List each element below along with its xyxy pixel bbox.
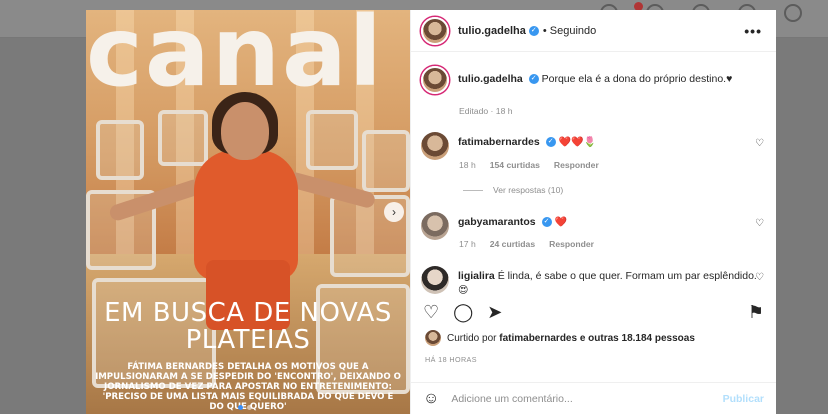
comment-composer: ☺ Publicar [411,382,776,414]
comment-row: ligialira É linda, é sabe o que quer. Fo… [421,266,762,296]
share-icon[interactable]: ➤ [487,303,502,321]
post-image[interactable]: canal EM BUSCA DE NOVAS PLATEIAS FÁTIMA … [86,10,410,414]
comment-text: ❤️❤️🌷 [558,137,596,148]
carousel-dot [247,405,252,410]
comment-text: ❤️ [554,217,567,228]
publish-button[interactable]: Publicar [723,393,764,405]
background-left [0,38,86,414]
commenter-avatar[interactable] [421,132,449,160]
caption-username[interactable]: tulio.gadelha [458,73,523,85]
liked-by-others[interactable]: e outras 18.184 pessoas [580,333,695,344]
comment-like-icon[interactable]: ♡ [755,218,764,229]
person-face [221,102,269,160]
comment-text: É linda, é sabe o que quer. Formam um pa… [497,270,757,282]
post-actions: ♡ ◯ ➤ ⚑ [423,300,764,324]
verified-icon: ✓ [545,137,556,148]
comment-like-icon[interactable]: ♡ [755,138,764,149]
carousel-dots [238,405,252,410]
bookmark-icon[interactable]: ⚑ [748,303,764,321]
carousel-dot-active [238,405,243,410]
chair [306,110,358,170]
magazine-logo: canal [86,10,384,108]
post-header: tulio.gadelha ✓ • Seguindo ••• [411,10,776,52]
verified-icon: ✓ [528,74,539,85]
comment-like-icon[interactable]: ♡ [755,272,764,283]
comment-username[interactable]: gabyamarantos [458,216,536,228]
background-right [776,38,828,414]
liked-by: Curtido por fatimabernardes e outras 18.… [425,330,695,346]
comments-list: tulio.gadelha ✓ Porque ela é a dona do p… [411,52,776,296]
view-replies[interactable]: Ver respostas (10) [463,185,563,195]
comment-meta: 18 h 154 curtidas Responder [459,160,599,170]
caption-avatar[interactable] [421,66,449,94]
chair [96,120,144,180]
post-timestamp: HÁ 18 HORAS [425,355,477,364]
caption-text: Porque ela é a dona do próprio destino.♥ [541,73,733,85]
commenter-avatar[interactable] [421,266,449,294]
chair [362,130,410,192]
verified-icon: ✓ [528,25,539,36]
chair [158,110,208,166]
author-username[interactable]: tulio.gadelha [458,25,526,37]
comment-input[interactable] [451,392,723,405]
comment-row: fatimabernardes ✓ ❤️❤️🌷 [421,132,762,160]
reply-button[interactable]: Responder [554,160,599,170]
caption-edited: Editado · 18 h [459,106,513,116]
caption-meta: Editado · 18 h [459,106,513,116]
comment-time: 18 h [459,160,476,170]
replies-line [463,189,483,191]
liked-by-avatar [425,330,441,346]
comment-icon[interactable]: ◯ [453,303,473,321]
reply-button[interactable]: Responder [549,239,594,249]
view-replies-label: Ver respostas (10) [493,185,564,195]
follow-status[interactable]: • Seguindo [543,25,596,37]
comment-likes[interactable]: 154 curtidas [490,160,540,170]
post-side-panel: tulio.gadelha ✓ • Seguindo ••• tulio.gad… [410,10,776,414]
caption-row: tulio.gadelha ✓ Porque ela é a dona do p… [421,66,762,94]
comment-meta: 17 h 24 curtidas Responder [459,239,594,249]
comment-row: gabyamarantos ✓ ❤️ [421,212,762,240]
comment-likes[interactable]: 24 curtidas [490,239,535,249]
commenter-avatar[interactable] [421,212,449,240]
emoji-icon[interactable]: ☺ [423,390,439,408]
comment-username[interactable]: fatimabernardes [458,136,540,148]
verified-icon: ✓ [541,217,552,228]
post-modal: canal EM BUSCA DE NOVAS PLATEIAS FÁTIMA … [86,10,776,414]
cover-headline: EM BUSCA DE NOVAS PLATEIAS [104,298,392,355]
next-image-button[interactable]: › [384,202,404,222]
author-avatar[interactable] [421,16,449,45]
heart-icon [784,4,802,22]
comment-emoji: 😍 [458,285,469,296]
follow-status-label: Seguindo [549,24,597,37]
comment-time: 17 h [459,239,476,249]
liked-by-prefix: Curtido por [447,332,497,344]
like-icon[interactable]: ♡ [423,303,439,321]
more-options-icon[interactable]: ••• [744,23,762,39]
liked-by-user[interactable]: fatimabernardes [499,333,577,344]
comment-username[interactable]: ligialira [458,270,495,282]
